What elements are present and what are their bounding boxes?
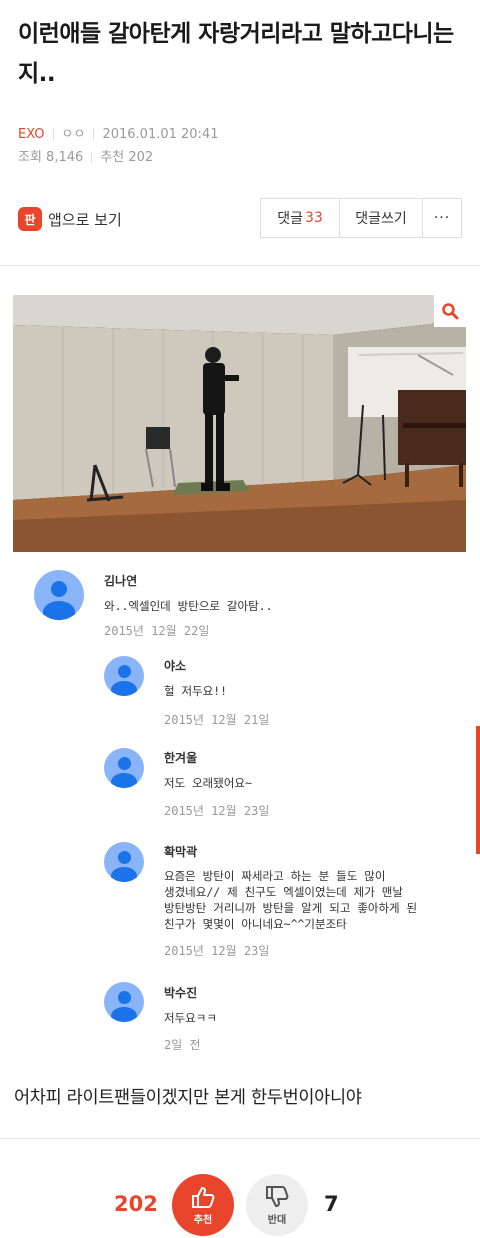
downvote-label: 반대 — [267, 1214, 287, 1226]
divider — [91, 152, 93, 163]
comment-text: 와..엑셀인데 방탄으로 갈아탐.. — [104, 599, 273, 613]
post-datetime: 2016.01.01 20:41 — [102, 127, 219, 142]
commenter-name: 야소 — [164, 659, 187, 673]
comment-text: 헐 저두요!! — [164, 684, 228, 698]
more-options-button[interactable]: ··· — [423, 199, 461, 237]
post-stats: 조회 8,146 추천 202 — [18, 146, 153, 165]
downvote-button[interactable]: 반대 — [246, 1174, 308, 1236]
header-divider — [0, 265, 480, 266]
comments-label: 댓글 — [277, 211, 303, 227]
avatar — [104, 656, 144, 696]
avatar — [104, 748, 144, 788]
avatar — [104, 982, 144, 1022]
comment-text: 친구가 몇몇이 아니네요~^^기분조타 — [164, 917, 347, 931]
zoom-button[interactable] — [434, 295, 466, 327]
scroll-indicator[interactable] — [476, 726, 480, 854]
upvote-label: 추천 — [193, 1214, 213, 1226]
commenter-name: 한겨울 — [164, 751, 198, 765]
view-count: 조회 8,146 — [18, 150, 84, 165]
comment-date: 2015년 12월 23일 — [164, 944, 270, 958]
write-comment-button[interactable]: 댓글쓰기 — [340, 199, 423, 237]
author-name[interactable]: ㅇㅇ — [62, 127, 86, 142]
post-body-text: 어차피 라이트팬들이겠지만 본게 한두번이아니야 — [14, 1088, 362, 1108]
avatar — [34, 570, 84, 620]
avatar — [104, 842, 144, 882]
comment-text: 방탄방탄 거리니까 방탄을 알게 되고 좋아하게 된 — [164, 901, 418, 915]
comment-date: 2015년 12월 23일 — [164, 804, 270, 818]
upvote-count: 202 — [114, 1192, 158, 1216]
attached-photo[interactable] — [13, 295, 466, 552]
divider — [93, 129, 95, 140]
commenter-name: 김나연 — [104, 574, 138, 588]
downvote-count: 7 — [324, 1192, 339, 1216]
thumbs-up-icon — [192, 1186, 215, 1208]
open-in-app-link[interactable]: 판 앱으로 보기 — [18, 204, 122, 234]
body-divider — [0, 1138, 480, 1139]
thumbs-down-icon — [266, 1185, 289, 1207]
comment-date: 2일 전 — [164, 1038, 201, 1052]
post-title: 이런애들 갈아탄게 자랑거리라고 말하고다니는지.. — [18, 21, 454, 87]
comments-count: 33 — [304, 210, 323, 226]
divider — [52, 129, 54, 140]
commenter-name: 박수진 — [164, 986, 198, 1000]
magnifier-icon — [442, 303, 459, 320]
comment-text: 저두요ㅋㅋ — [164, 1011, 217, 1025]
comment-text: 요즘은 방탄이 짜세라고 하는 분 들도 많이 — [164, 869, 386, 883]
open-in-app-label: 앱으로 보기 — [48, 210, 122, 229]
comment-text: 저도 오래됐어요~ — [164, 776, 252, 790]
post-action-group: 댓글 33 댓글쓰기 ··· — [260, 198, 462, 238]
practice-room-photo — [13, 295, 466, 552]
category-link[interactable]: EXO — [18, 127, 45, 142]
recommend-count: 추천 202 — [100, 150, 154, 165]
comment-date: 2015년 12월 21일 — [164, 713, 270, 727]
comments-button[interactable]: 댓글 33 — [261, 199, 340, 237]
commenter-name: 확막곽 — [164, 845, 198, 859]
post-meta: EXO ㅇㅇ 2016.01.01 20:41 — [18, 123, 218, 142]
comment-text: 생겼네요// 제 친구도 엑셀이였는데 제가 맨날 — [164, 885, 403, 899]
upvote-button[interactable]: 추천 — [172, 1174, 234, 1236]
comment-date: 2015년 12월 22일 — [104, 624, 210, 638]
app-logo-icon: 판 — [18, 207, 42, 231]
